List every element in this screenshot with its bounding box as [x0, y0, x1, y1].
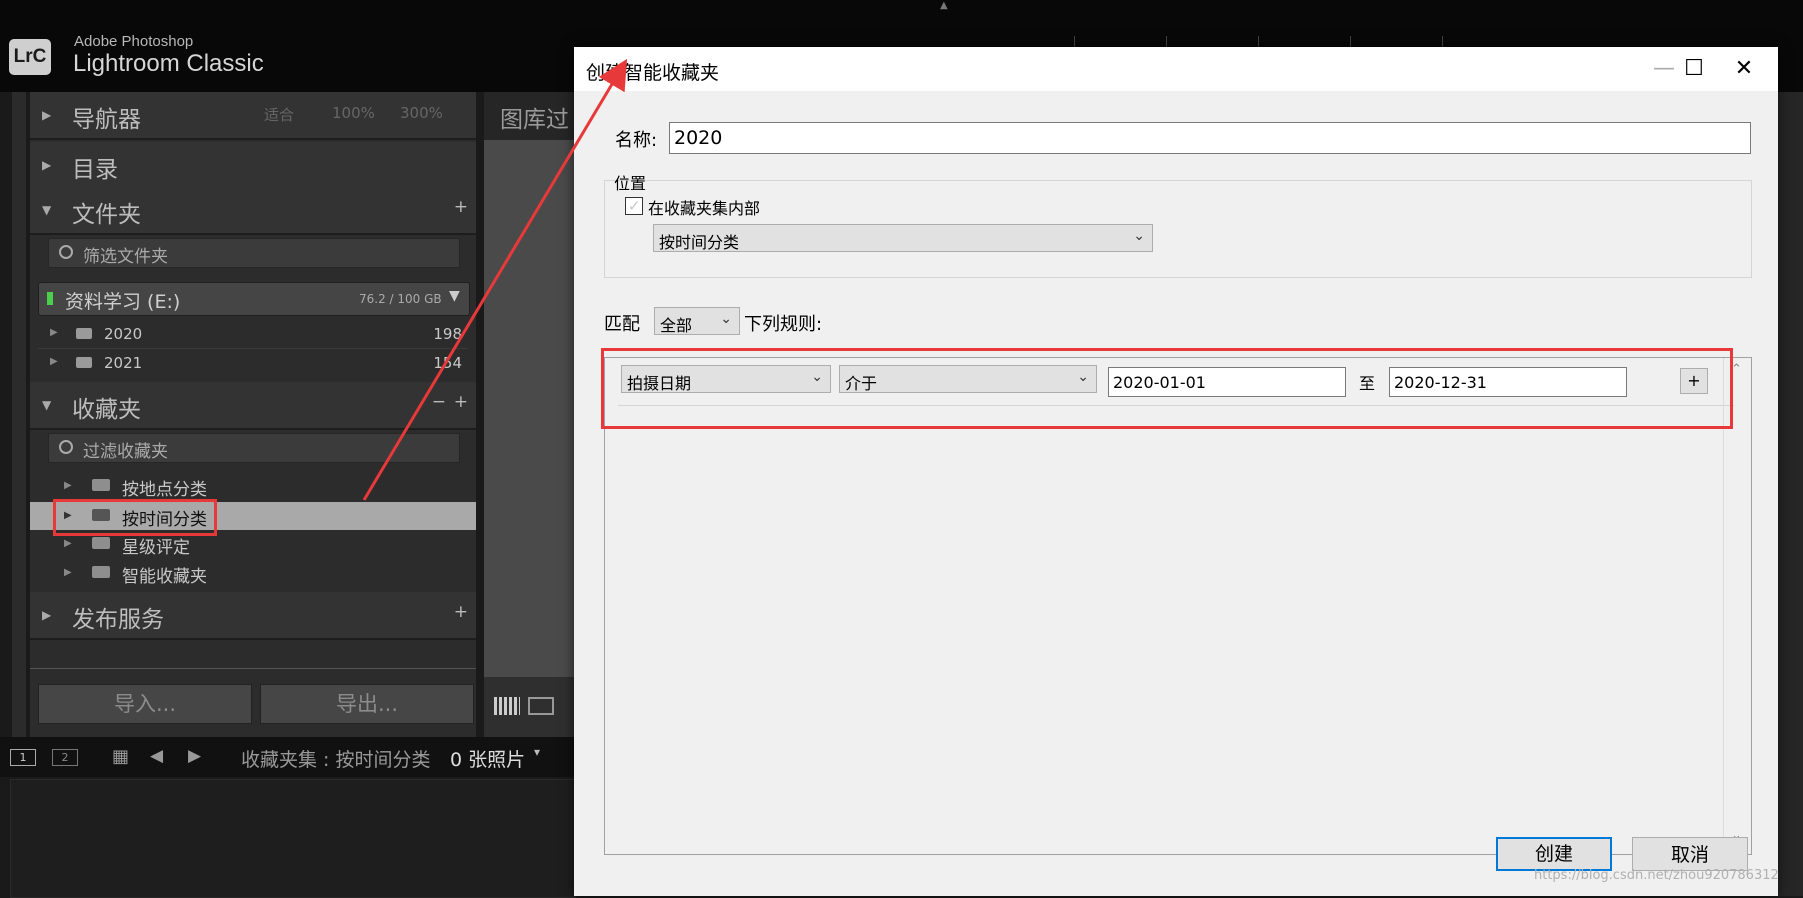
- annotation-arrow: [362, 58, 628, 501]
- watermark-text: https://blog.csdn.net/zhou920786312: [1534, 868, 1779, 883]
